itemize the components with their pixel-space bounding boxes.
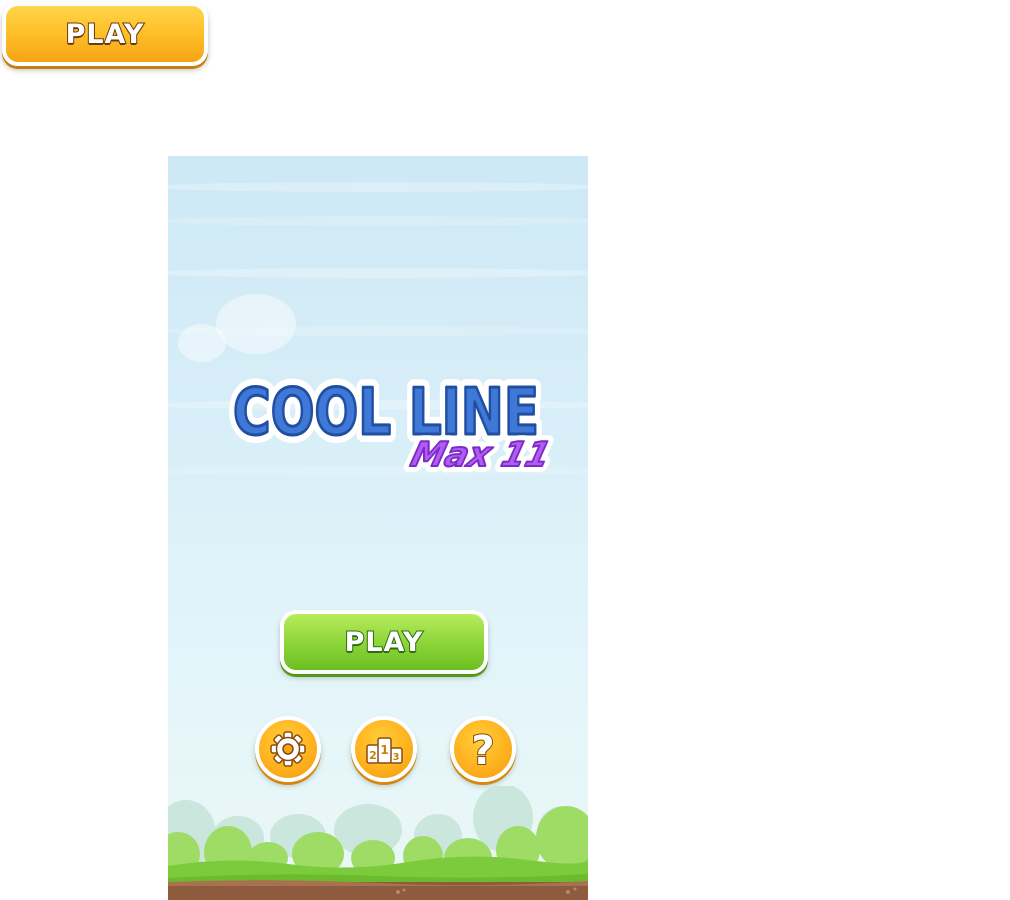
game-screen: COOL LINE COOL LINE Max 11 Max 11 PLAY 2… bbox=[168, 156, 588, 900]
gear-icon bbox=[270, 731, 306, 767]
help-glyph: ? bbox=[471, 728, 494, 771]
play-button-label: PLAY bbox=[344, 626, 424, 659]
game-logo: COOL LINE COOL LINE Max 11 Max 11 bbox=[225, 368, 556, 481]
play-button[interactable]: PLAY bbox=[280, 610, 488, 674]
sky-streak bbox=[168, 216, 588, 226]
logo-subtitle: Max 11 bbox=[407, 435, 555, 474]
podium-first-digit: 1 bbox=[380, 743, 388, 757]
settings-button[interactable] bbox=[255, 716, 321, 782]
top-play-button[interactable]: PLAY bbox=[2, 2, 208, 66]
podium-third-digit: 3 bbox=[393, 752, 400, 763]
podium-second-digit: 2 bbox=[369, 749, 377, 762]
question-icon: ? bbox=[470, 727, 495, 771]
podium-icon: 2 1 3 bbox=[366, 737, 403, 764]
top-play-label: PLAY bbox=[65, 18, 145, 51]
ground-scenery bbox=[168, 786, 588, 900]
cloud bbox=[216, 294, 296, 354]
cloud bbox=[178, 324, 226, 362]
help-button[interactable]: ? bbox=[450, 716, 516, 782]
leaderboard-button[interactable]: 2 1 3 bbox=[351, 716, 417, 782]
sky-streak bbox=[168, 268, 588, 278]
sky-streak bbox=[168, 182, 588, 192]
